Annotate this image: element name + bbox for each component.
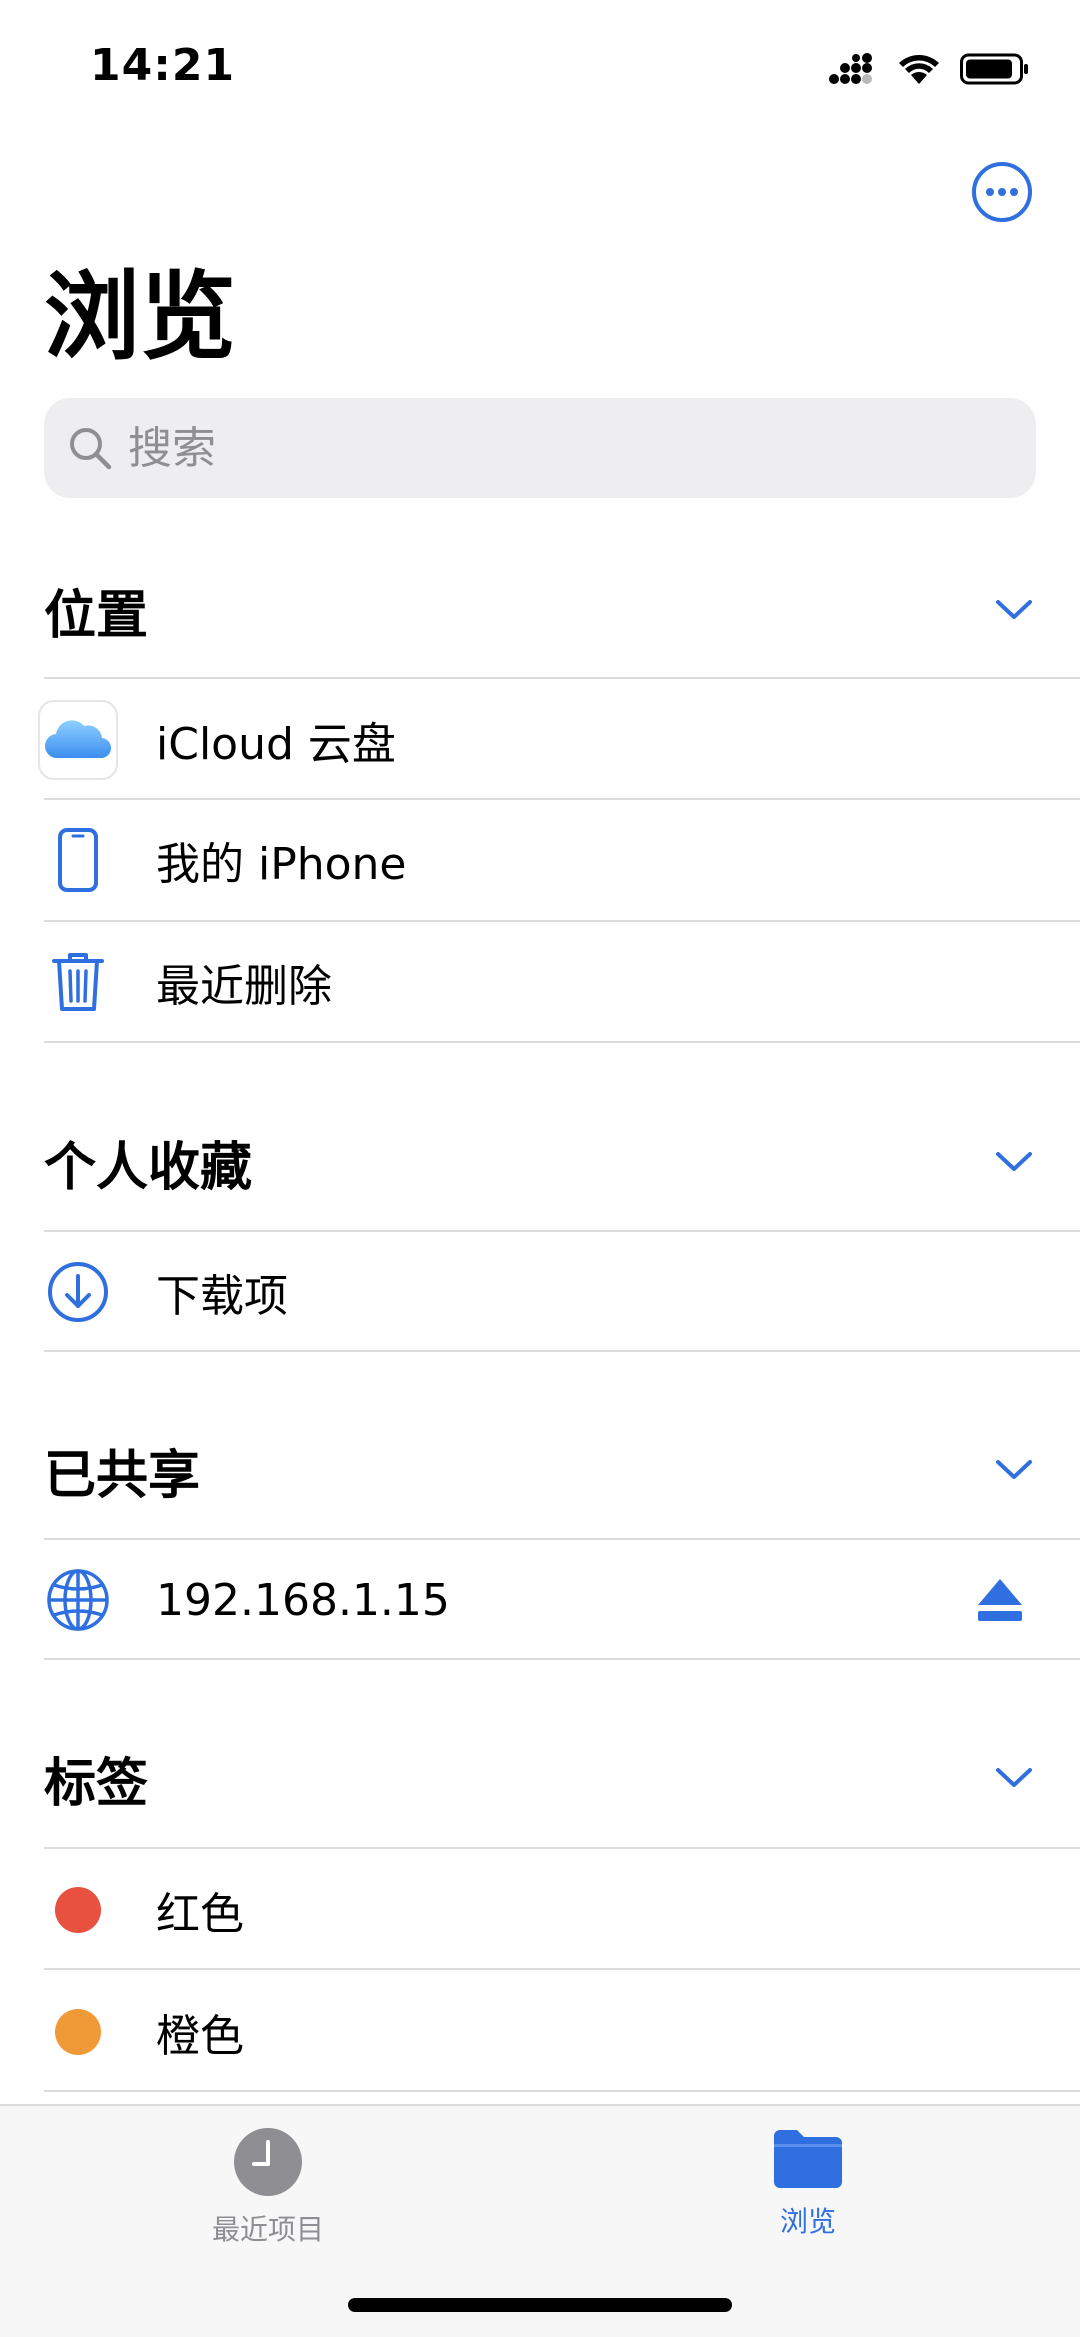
section-title-favorites: 个人收藏 (44, 1137, 253, 1198)
row-label: 最近删除 (156, 961, 332, 1012)
tag-item-orange[interactable]: 橙色 (0, 1972, 1080, 2092)
globe-icon (36, 1558, 120, 1642)
chevron-down-icon[interactable] (992, 1756, 1036, 1800)
tab-label: 最近项目 (211, 2213, 324, 2246)
divider (44, 677, 1080, 679)
divider (44, 1350, 1080, 1352)
chevron-down-icon[interactable] (992, 588, 1036, 632)
location-item-recently-deleted[interactable]: 最近删除 (0, 922, 1080, 1042)
download-circle-icon (36, 1250, 120, 1334)
chevron-down-icon[interactable] (992, 1448, 1036, 1492)
location-item-my-iphone[interactable]: 我的 iPhone (0, 800, 1080, 920)
section-header-locations[interactable]: 位置 (44, 560, 1036, 660)
eject-icon (978, 1579, 1022, 1621)
eject-button[interactable] (972, 1572, 1028, 1628)
section-title-shared: 已共享 (44, 1445, 201, 1506)
search-input[interactable] (128, 422, 988, 474)
tag-dot-icon (36, 1990, 120, 2074)
row-label: 我的 iPhone (156, 839, 407, 890)
search-icon (62, 420, 118, 476)
trash-icon (36, 940, 120, 1024)
location-item-icloud[interactable]: iCloud 云盘 (0, 680, 1080, 800)
tag-orange-dot (55, 2009, 101, 2055)
status-time: 14:21 (90, 40, 236, 91)
files-browse-screen: 14:21 浏览 搜索 位置 iCloud 云盘 我的 iPhone 最近删除 … (0, 0, 1080, 2337)
row-label: 红色 (156, 1889, 244, 1940)
tab-label: 浏览 (779, 2205, 836, 2238)
tag-item-red[interactable]: 红色 (0, 1850, 1080, 1970)
row-label: iCloud 云盘 (156, 719, 396, 770)
section-header-shared[interactable]: 已共享 (44, 1420, 1036, 1520)
battery-icon (960, 53, 1028, 85)
page-title: 浏览 (44, 261, 236, 373)
clock-icon (234, 2128, 302, 2196)
more-button[interactable] (970, 160, 1034, 224)
divider (44, 1968, 1080, 1970)
divider (44, 1847, 1080, 1849)
status-icons (828, 48, 1030, 90)
wifi-icon (899, 55, 939, 84)
section-title-locations: 位置 (44, 585, 149, 646)
row-label: 192.168.1.15 (156, 1574, 450, 1626)
tag-dot-icon (36, 1868, 120, 1952)
divider (44, 2090, 1080, 2092)
section-header-favorites[interactable]: 个人收藏 (44, 1112, 1036, 1212)
divider (44, 1041, 1080, 1043)
icloud-icon (36, 698, 120, 782)
section-title-tags: 标签 (44, 1753, 149, 1814)
row-label: 橙色 (156, 2011, 244, 2062)
tab-browse[interactable]: 浏览 (678, 2126, 938, 2266)
section-header-tags[interactable]: 标签 (44, 1728, 1036, 1828)
iphone-icon (36, 818, 120, 902)
divider (44, 1658, 1080, 1660)
tag-red-dot (55, 1887, 101, 1933)
home-indicator[interactable] (348, 2298, 732, 2312)
favorite-item-downloads[interactable]: 下载项 (0, 1232, 1080, 1352)
status-bar: 14:21 (0, 0, 1080, 130)
search-bar[interactable] (44, 398, 1036, 498)
tab-recents[interactable]: 最近项目 (138, 2126, 398, 2266)
cellular-signal-icon (829, 53, 872, 84)
ellipsis-circle-icon (972, 162, 1032, 222)
chevron-down-icon[interactable] (992, 1140, 1036, 1184)
row-label: 下载项 (156, 1271, 288, 1322)
folder-icon (774, 2130, 842, 2188)
shared-item-server[interactable]: 192.168.1.15 (0, 1540, 1080, 1660)
